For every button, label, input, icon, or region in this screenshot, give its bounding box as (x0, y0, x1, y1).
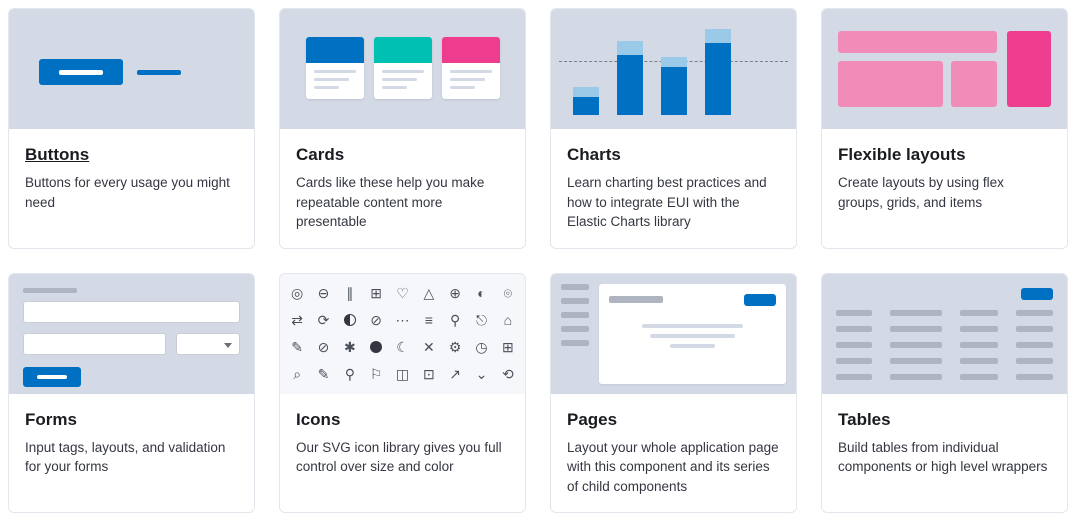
card-description: Learn charting best practices and how to… (567, 173, 780, 232)
card-charts[interactable]: Charts Learn charting best practices and… (550, 8, 797, 249)
card-icons[interactable]: ◎⊖∥⊞♡△⊕◐⌾ ⇄⟳⊘⋯≡⚲⎋⌂ ✎⊘✱☾✕⚙◷⊞ ⌕✎⚲⚐◫⊡↗⌄⟲ Ic… (279, 273, 526, 514)
card-pages[interactable]: Pages Layout your whole application page… (550, 273, 797, 514)
card-title: Forms (25, 410, 238, 430)
pages-illustration (551, 274, 796, 394)
card-title: Tables (838, 410, 1051, 430)
card-description: Build tables from individual components … (838, 438, 1051, 477)
card-title: Icons (296, 410, 509, 430)
card-title: Charts (567, 145, 780, 165)
layouts-illustration (822, 9, 1067, 129)
card-title: Flexible layouts (838, 145, 1051, 165)
card-title: Cards (296, 145, 509, 165)
forms-illustration (9, 274, 254, 394)
card-title: Buttons (25, 145, 238, 165)
component-grid: Buttons Buttons for every usage you migh… (8, 8, 1068, 513)
tables-illustration (822, 274, 1067, 394)
cards-illustration (280, 9, 525, 129)
card-tables[interactable]: Tables Build tables from individual comp… (821, 273, 1068, 514)
card-description: Create layouts by using flex groups, gri… (838, 173, 1051, 212)
icons-illustration: ◎⊖∥⊞♡△⊕◐⌾ ⇄⟳⊘⋯≡⚲⎋⌂ ✎⊘✱☾✕⚙◷⊞ ⌕✎⚲⚐◫⊡↗⌄⟲ (280, 274, 525, 394)
buttons-illustration (9, 9, 254, 129)
charts-illustration (551, 9, 796, 129)
card-description: Layout your whole application page with … (567, 438, 780, 497)
card-buttons[interactable]: Buttons Buttons for every usage you migh… (8, 8, 255, 249)
card-description: Input tags, layouts, and validation for … (25, 438, 238, 477)
card-cards[interactable]: Cards Cards like these help you make rep… (279, 8, 526, 249)
card-description: Buttons for every usage you might need (25, 173, 238, 212)
card-description: Cards like these help you make repeatabl… (296, 173, 509, 232)
card-flexible-layouts[interactable]: Flexible layouts Create layouts by using… (821, 8, 1068, 249)
card-forms[interactable]: Forms Input tags, layouts, and validatio… (8, 273, 255, 514)
card-description: Our SVG icon library gives you full cont… (296, 438, 509, 477)
card-title: Pages (567, 410, 780, 430)
